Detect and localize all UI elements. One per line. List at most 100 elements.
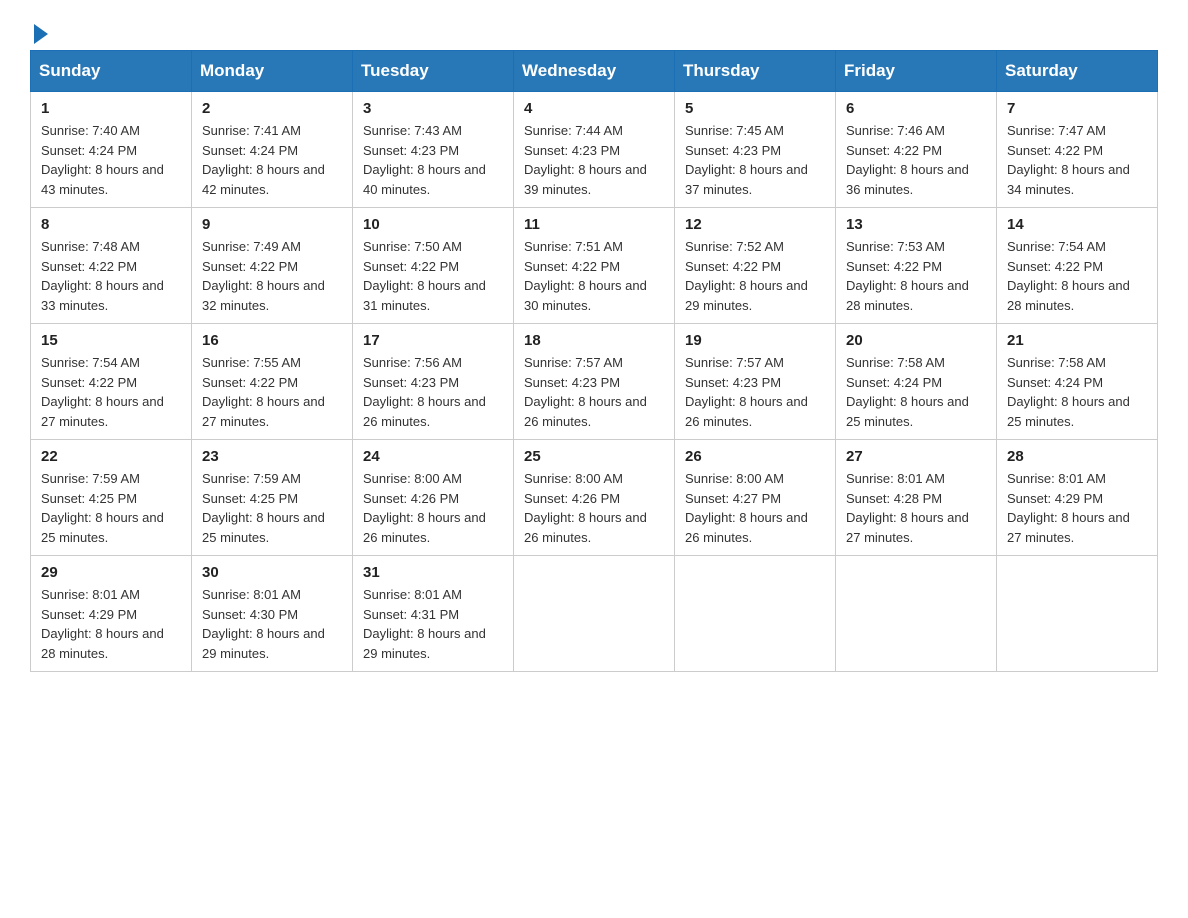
logo-arrow-icon [34, 24, 48, 44]
day-info: Sunrise: 7:44 AMSunset: 4:23 PMDaylight:… [524, 121, 664, 199]
day-number: 30 [202, 564, 342, 581]
day-info: Sunrise: 7:48 AMSunset: 4:22 PMDaylight:… [41, 237, 181, 315]
calendar-day-cell: 7 Sunrise: 7:47 AMSunset: 4:22 PMDaylight… [997, 92, 1158, 208]
day-number: 23 [202, 448, 342, 465]
day-info: Sunrise: 7:40 AMSunset: 4:24 PMDaylight:… [41, 121, 181, 199]
day-info: Sunrise: 7:53 AMSunset: 4:22 PMDaylight:… [846, 237, 986, 315]
calendar-day-cell: 19 Sunrise: 7:57 AMSunset: 4:23 PMDayligh… [675, 324, 836, 440]
day-info: Sunrise: 7:59 AMSunset: 4:25 PMDaylight:… [41, 469, 181, 547]
calendar-day-cell: 20Sunrise: 7:58 AMSunset: 4:24 PMDayligh… [836, 324, 997, 440]
day-number: 20 [846, 332, 986, 349]
day-info: Sunrise: 7:57 AMSunset: 4:23 PMDaylight:… [524, 353, 664, 431]
calendar-week-row: 22 Sunrise: 7:59 AMSunset: 4:25 PMDayligh… [31, 440, 1158, 556]
day-info: Sunrise: 8:00 AMSunset: 4:26 PMDaylight:… [524, 469, 664, 547]
calendar-day-cell [836, 556, 997, 672]
day-info: Sunrise: 8:01 AMSunset: 4:30 PMDaylight:… [202, 585, 342, 663]
page-header [30, 20, 1158, 40]
day-of-week-header: Monday [192, 51, 353, 92]
calendar-week-row: 8 Sunrise: 7:48 AMSunset: 4:22 PMDaylight… [31, 208, 1158, 324]
day-number: 7 [1007, 100, 1147, 117]
day-number: 21 [1007, 332, 1147, 349]
day-info: Sunrise: 7:41 AMSunset: 4:24 PMDaylight:… [202, 121, 342, 199]
day-info: Sunrise: 7:52 AMSunset: 4:22 PMDaylight:… [685, 237, 825, 315]
day-number: 18 [524, 332, 664, 349]
calendar-day-cell: 8 Sunrise: 7:48 AMSunset: 4:22 PMDaylight… [31, 208, 192, 324]
day-number: 15 [41, 332, 181, 349]
calendar-day-cell: 18 Sunrise: 7:57 AMSunset: 4:23 PMDayligh… [514, 324, 675, 440]
day-info: Sunrise: 7:47 AMSunset: 4:22 PMDaylight:… [1007, 121, 1147, 199]
day-info: Sunrise: 7:56 AMSunset: 4:23 PMDaylight:… [363, 353, 503, 431]
calendar-day-cell [997, 556, 1158, 672]
day-info: Sunrise: 8:01 AMSunset: 4:29 PMDaylight:… [1007, 469, 1147, 547]
calendar-day-cell: 3Sunrise: 7:43 AMSunset: 4:23 PMDaylight… [353, 92, 514, 208]
calendar-day-cell [514, 556, 675, 672]
day-info: Sunrise: 7:59 AMSunset: 4:25 PMDaylight:… [202, 469, 342, 547]
day-info: Sunrise: 7:49 AMSunset: 4:22 PMDaylight:… [202, 237, 342, 315]
calendar-day-cell: 9Sunrise: 7:49 AMSunset: 4:22 PMDaylight… [192, 208, 353, 324]
calendar-day-cell: 14Sunrise: 7:54 AMSunset: 4:22 PMDayligh… [997, 208, 1158, 324]
day-info: Sunrise: 8:01 AMSunset: 4:28 PMDaylight:… [846, 469, 986, 547]
day-info: Sunrise: 7:43 AMSunset: 4:23 PMDaylight:… [363, 121, 503, 199]
day-of-week-header: Saturday [997, 51, 1158, 92]
calendar-day-cell: 11Sunrise: 7:51 AMSunset: 4:22 PMDayligh… [514, 208, 675, 324]
day-info: Sunrise: 7:54 AMSunset: 4:22 PMDaylight:… [1007, 237, 1147, 315]
calendar-body: 1 Sunrise: 7:40 AMSunset: 4:24 PMDaylight… [31, 92, 1158, 672]
day-number: 26 [685, 448, 825, 465]
day-of-week-header: Wednesday [514, 51, 675, 92]
day-number: 17 [363, 332, 503, 349]
day-number: 28 [1007, 448, 1147, 465]
calendar-day-cell: 16 Sunrise: 7:55 AMSunset: 4:22 PMDayligh… [192, 324, 353, 440]
day-info: Sunrise: 7:55 AMSunset: 4:22 PMDaylight:… [202, 353, 342, 431]
calendar-day-cell: 12 Sunrise: 7:52 AMSunset: 4:22 PMDayligh… [675, 208, 836, 324]
day-info: Sunrise: 7:46 AMSunset: 4:22 PMDaylight:… [846, 121, 986, 199]
calendar-day-cell: 10Sunrise: 7:50 AMSunset: 4:22 PMDayligh… [353, 208, 514, 324]
calendar-day-cell [675, 556, 836, 672]
calendar-day-cell: 30 Sunrise: 8:01 AMSunset: 4:30 PMDayligh… [192, 556, 353, 672]
day-number: 13 [846, 216, 986, 233]
calendar-day-cell: 26 Sunrise: 8:00 AMSunset: 4:27 PMDayligh… [675, 440, 836, 556]
day-info: Sunrise: 7:45 AMSunset: 4:23 PMDaylight:… [685, 121, 825, 199]
calendar-week-row: 15Sunrise: 7:54 AMSunset: 4:22 PMDayligh… [31, 324, 1158, 440]
day-number: 2 [202, 100, 342, 117]
calendar-day-cell: 27Sunrise: 8:01 AMSunset: 4:28 PMDayligh… [836, 440, 997, 556]
calendar-day-cell: 13 Sunrise: 7:53 AMSunset: 4:22 PMDayligh… [836, 208, 997, 324]
calendar-day-cell: 6Sunrise: 7:46 AMSunset: 4:22 PMDaylight… [836, 92, 997, 208]
day-info: Sunrise: 8:01 AMSunset: 4:31 PMDaylight:… [363, 585, 503, 663]
logo [30, 20, 48, 40]
day-info: Sunrise: 8:00 AMSunset: 4:27 PMDaylight:… [685, 469, 825, 547]
calendar-day-cell: 17 Sunrise: 7:56 AMSunset: 4:23 PMDayligh… [353, 324, 514, 440]
day-of-week-header: Thursday [675, 51, 836, 92]
day-number: 5 [685, 100, 825, 117]
day-number: 8 [41, 216, 181, 233]
day-number: 16 [202, 332, 342, 349]
calendar-day-cell: 23 Sunrise: 7:59 AMSunset: 4:25 PMDayligh… [192, 440, 353, 556]
calendar-day-cell: 21 Sunrise: 7:58 AMSunset: 4:24 PMDayligh… [997, 324, 1158, 440]
calendar-day-cell: 29 Sunrise: 8:01 AMSunset: 4:29 PMDayligh… [31, 556, 192, 672]
calendar-day-cell: 2 Sunrise: 7:41 AMSunset: 4:24 PMDaylight… [192, 92, 353, 208]
day-info: Sunrise: 7:58 AMSunset: 4:24 PMDaylight:… [1007, 353, 1147, 431]
day-info: Sunrise: 8:01 AMSunset: 4:29 PMDaylight:… [41, 585, 181, 663]
calendar-day-cell: 22 Sunrise: 7:59 AMSunset: 4:25 PMDayligh… [31, 440, 192, 556]
day-info: Sunrise: 7:51 AMSunset: 4:22 PMDaylight:… [524, 237, 664, 315]
day-number: 22 [41, 448, 181, 465]
day-of-week-header: Tuesday [353, 51, 514, 92]
day-number: 31 [363, 564, 503, 581]
calendar-day-cell: 31 Sunrise: 8:01 AMSunset: 4:31 PMDayligh… [353, 556, 514, 672]
calendar-table: SundayMondayTuesdayWednesdayThursdayFrid… [30, 50, 1158, 672]
calendar-day-cell: 25Sunrise: 8:00 AMSunset: 4:26 PMDayligh… [514, 440, 675, 556]
day-info: Sunrise: 8:00 AMSunset: 4:26 PMDaylight:… [363, 469, 503, 547]
day-number: 24 [363, 448, 503, 465]
calendar-day-cell: 1 Sunrise: 7:40 AMSunset: 4:24 PMDaylight… [31, 92, 192, 208]
day-of-week-header: Friday [836, 51, 997, 92]
day-info: Sunrise: 7:50 AMSunset: 4:22 PMDaylight:… [363, 237, 503, 315]
calendar-day-cell: 24 Sunrise: 8:00 AMSunset: 4:26 PMDayligh… [353, 440, 514, 556]
day-number: 1 [41, 100, 181, 117]
day-number: 19 [685, 332, 825, 349]
calendar-day-cell: 28 Sunrise: 8:01 AMSunset: 4:29 PMDayligh… [997, 440, 1158, 556]
calendar-day-cell: 15Sunrise: 7:54 AMSunset: 4:22 PMDayligh… [31, 324, 192, 440]
day-info: Sunrise: 7:57 AMSunset: 4:23 PMDaylight:… [685, 353, 825, 431]
calendar-day-cell: 5 Sunrise: 7:45 AMSunset: 4:23 PMDaylight… [675, 92, 836, 208]
calendar-week-row: 1 Sunrise: 7:40 AMSunset: 4:24 PMDaylight… [31, 92, 1158, 208]
day-number: 29 [41, 564, 181, 581]
day-number: 12 [685, 216, 825, 233]
